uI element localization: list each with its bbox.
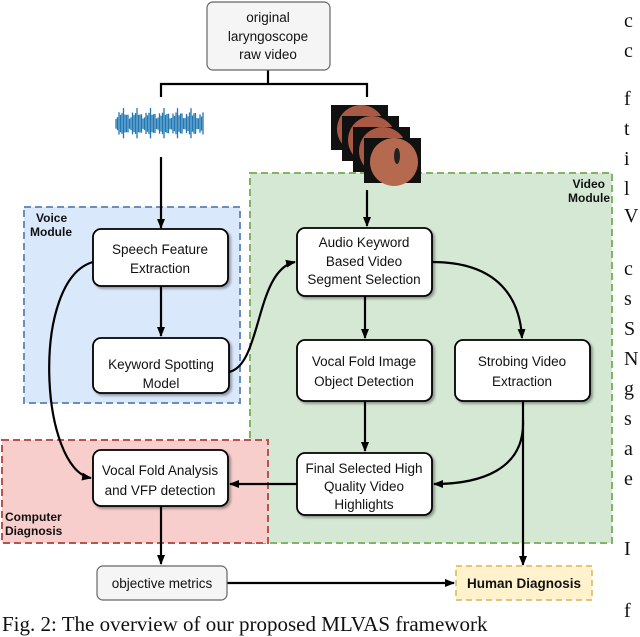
right-column-letter: c <box>624 258 633 280</box>
right-column-letter: f <box>624 88 631 110</box>
human-diagnosis-label: Human Diagnosis <box>467 576 581 591</box>
speech-feature-label: Speech Feature <box>112 242 208 257</box>
right-column-letter: c <box>624 10 633 32</box>
right-column-letter: t <box>624 118 630 140</box>
right-column-letter: S <box>624 318 636 340</box>
speech-feature-node <box>92 228 229 287</box>
vocal-fold-detection-node <box>296 339 433 402</box>
right-column-letter: s <box>624 288 632 310</box>
right-column-letter: e <box>624 468 633 490</box>
right-column-letter: f <box>624 600 631 622</box>
strobing-video-node <box>454 339 591 402</box>
right-column-letter: N <box>624 348 639 370</box>
right-column-letter: I <box>624 538 631 560</box>
right-column-letter: c <box>624 40 633 62</box>
computer-diagnosis-label: Computer Diagnosis <box>5 510 63 538</box>
framework-diagram: Voice Module Video Module Computer Diagnosi… <box>1 1 613 601</box>
right-column-letter: s <box>624 408 632 430</box>
right-column-letter: g <box>624 378 634 400</box>
figure-caption: Fig. 2: The overview of our proposed MLV… <box>2 612 488 636</box>
right-column-letter: a <box>624 438 633 460</box>
objective-metrics-label: objective metrics <box>112 576 213 591</box>
right-column-letter: V <box>624 205 639 227</box>
right-column-letter: i <box>624 148 630 170</box>
right-column-letter: l <box>624 178 630 200</box>
video-module-label: Video Module <box>568 177 610 205</box>
audio-waveform-icon <box>115 108 204 139</box>
voice-module-label: Voice Module <box>30 211 72 239</box>
